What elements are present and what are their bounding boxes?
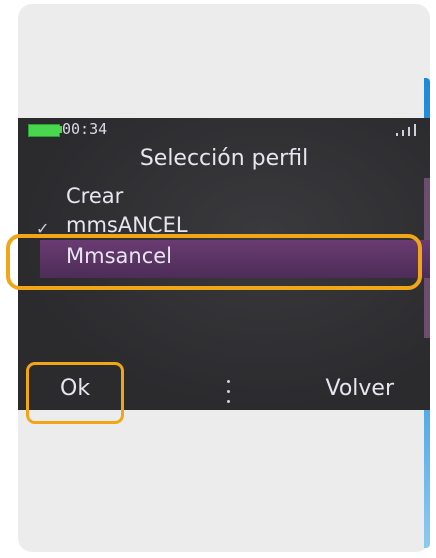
clock: 00:34 [62,120,108,138]
battery-icon [28,124,60,137]
softkey-volver[interactable]: Volver [325,376,394,401]
status-bar: 00:34 [18,118,430,140]
middle-softkey-icon[interactable] [226,378,232,408]
signal-icon [392,122,422,136]
screen-title: Selección perfil [139,146,309,171]
menu-item-crear[interactable]: Crear [66,184,123,208]
highlight-selected-row [6,234,422,290]
highlight-ok-softkey [26,362,124,424]
